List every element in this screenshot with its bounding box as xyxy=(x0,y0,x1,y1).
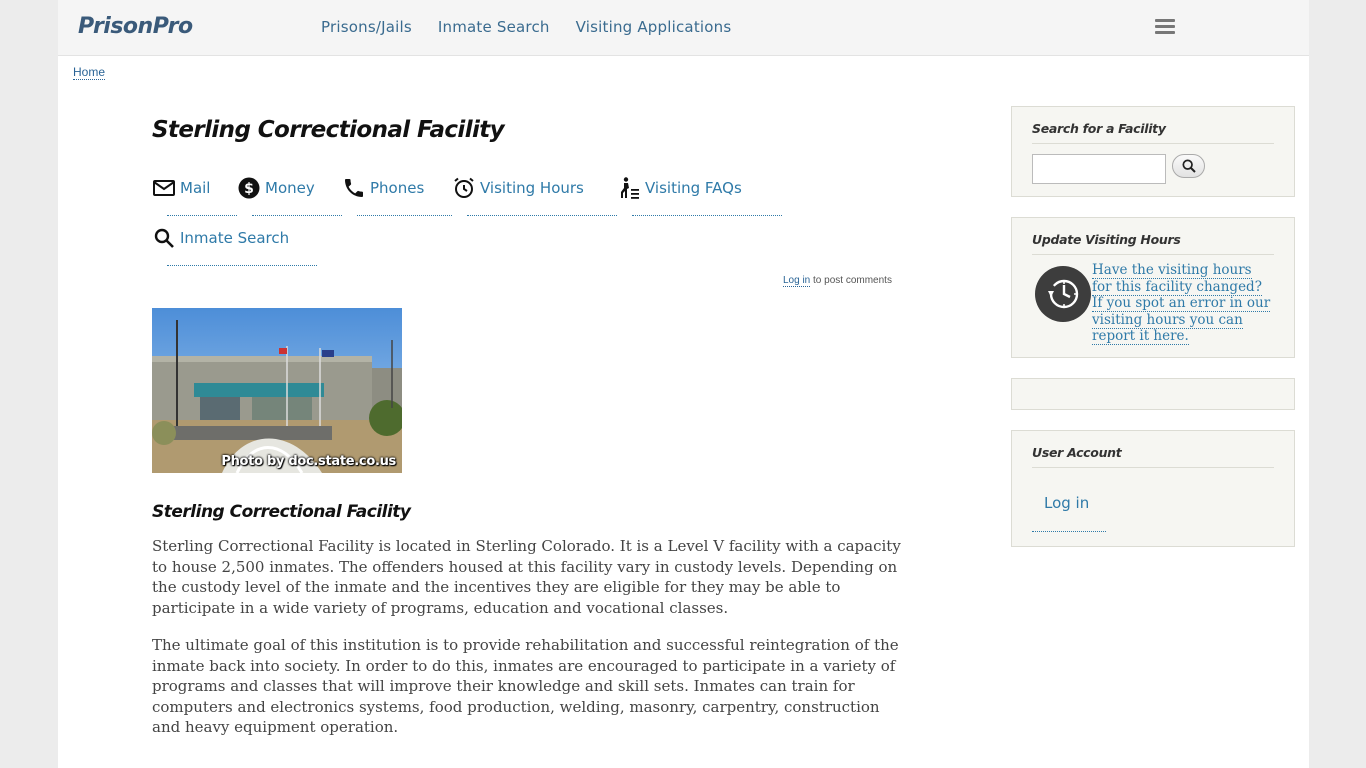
facility-photo: Photo by doc.state.co.us xyxy=(152,308,402,473)
login-note-text: to post comments xyxy=(810,275,892,286)
tab-mail[interactable]: Mail xyxy=(152,170,237,216)
main-nav: Prisons/Jails Inmate Search Visiting App… xyxy=(321,18,731,36)
nav-inmate-search[interactable]: Inmate Search xyxy=(438,18,550,36)
search-facility-block: Search for a Facility xyxy=(1011,106,1295,197)
tab-money[interactable]: $ Money xyxy=(237,170,342,216)
user-account-block: User Account Log in xyxy=(1011,430,1295,547)
facility-photo-image xyxy=(152,308,402,473)
breadcrumb: Home xyxy=(73,65,106,80)
page-title: Sterling Correctional Facility xyxy=(152,117,505,143)
facility-search-input[interactable] xyxy=(1032,154,1166,184)
tab-label: Visiting FAQs xyxy=(645,179,742,197)
update-visiting-hours-block: Update Visiting Hours Have the visiting … xyxy=(1011,217,1295,358)
section-subtitle: Sterling Correctional Facility xyxy=(152,502,411,522)
tab-label: Phones xyxy=(370,179,425,197)
report-link-text[interactable]: Have the visiting hours for this facilit… xyxy=(1092,262,1271,345)
empty-sidebar-block xyxy=(1011,378,1295,410)
tab-visiting-faqs[interactable]: Visiting FAQs xyxy=(617,170,787,216)
site-logo[interactable]: PrisonPro xyxy=(78,14,193,39)
mail-icon xyxy=(153,180,175,196)
clock-history-icon xyxy=(1035,266,1091,322)
breadcrumb-home[interactable]: Home xyxy=(73,65,106,80)
description-paragraph-2: The ultimate goal of this institution is… xyxy=(152,636,899,737)
comment-login-note: Log in to post comments xyxy=(783,275,892,287)
account-login-link[interactable]: Log in xyxy=(1044,494,1089,512)
hamburger-menu-icon[interactable] xyxy=(1155,19,1175,35)
photo-credit: Photo by doc.state.co.us xyxy=(221,454,396,469)
alarm-clock-icon xyxy=(454,177,474,198)
search-block-title: Search for a Facility xyxy=(1032,121,1166,136)
report-visiting-hours-link[interactable]: Have the visiting hours for this facilit… xyxy=(1092,262,1272,345)
update-block-title: Update Visiting Hours xyxy=(1032,232,1181,247)
facility-search-button[interactable] xyxy=(1172,154,1205,178)
tab-label: Money xyxy=(265,179,315,197)
tab-label: Inmate Search xyxy=(180,229,290,247)
visitor-icon xyxy=(621,177,639,199)
login-link[interactable]: Log in xyxy=(783,275,811,287)
site-header: PrisonPro Prisons/Jails Inmate Search Vi… xyxy=(58,0,1309,56)
phone-icon xyxy=(345,179,363,197)
money-icon: $ xyxy=(238,177,260,199)
tab-label: Mail xyxy=(180,179,211,197)
tab-phones[interactable]: Phones xyxy=(342,170,452,216)
nav-visiting-applications[interactable]: Visiting Applications xyxy=(576,18,732,36)
description-paragraph-1: Sterling Correctional Facility is locate… xyxy=(152,537,901,617)
search-icon xyxy=(1181,159,1196,173)
tab-label: Visiting Hours xyxy=(480,179,584,197)
svg-text:$: $ xyxy=(244,181,254,197)
tab-inmate-search[interactable]: Inmate Search xyxy=(152,220,322,266)
nav-prisons-jails[interactable]: Prisons/Jails xyxy=(321,18,412,36)
search-icon xyxy=(154,228,174,248)
account-block-title: User Account xyxy=(1032,445,1122,460)
tab-visiting-hours[interactable]: Visiting Hours xyxy=(452,170,617,216)
